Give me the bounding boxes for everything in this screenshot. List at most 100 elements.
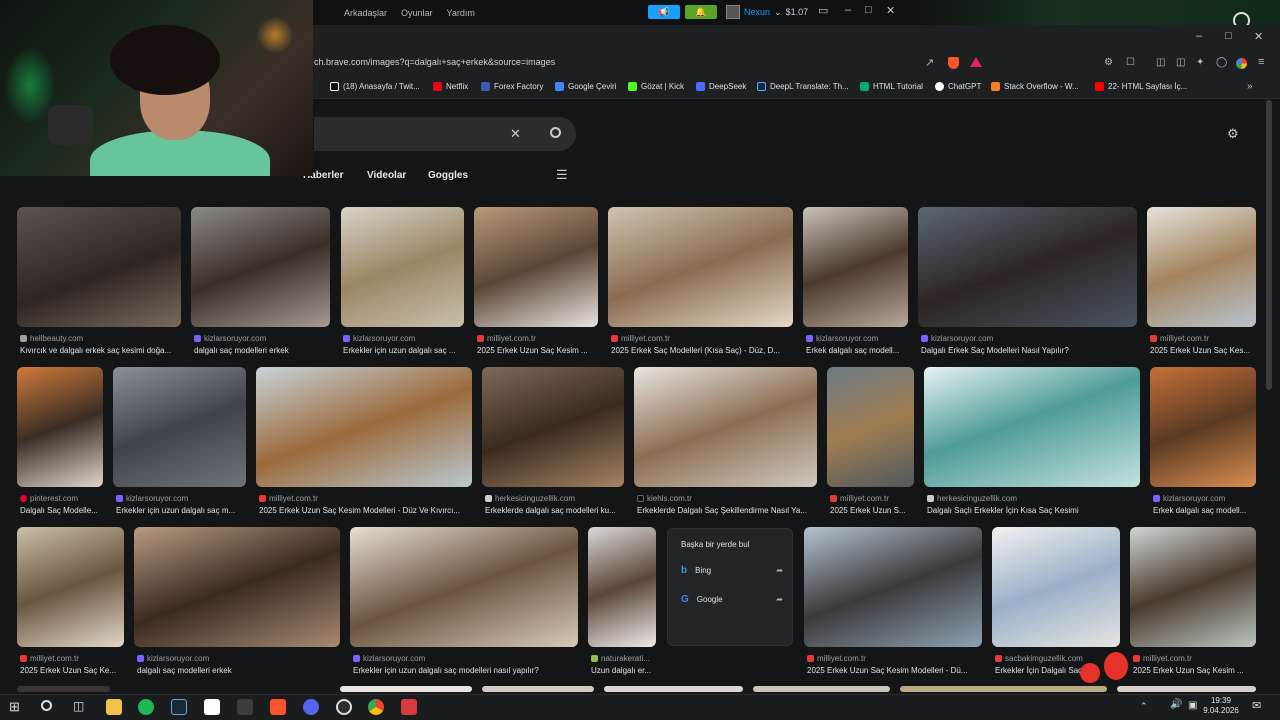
result-source[interactable]: herkesicinguzellik.com [485, 494, 625, 503]
app-icon[interactable] [401, 699, 417, 715]
result-source[interactable]: hellbeauty.com [20, 334, 180, 343]
menu-games[interactable]: Oyunlar [401, 8, 433, 18]
result-title[interactable]: Erkeklerde dalgalı saç modelleri ku... [485, 506, 625, 515]
bookmark-item[interactable]: HTML Tutorial [860, 82, 923, 91]
tab-videos[interactable]: Videolar [367, 170, 406, 181]
image-result[interactable] [191, 207, 330, 327]
result-source[interactable]: kizlarsoruyor.com [806, 334, 909, 343]
result-source[interactable]: kizlarsoruyor.com [1153, 494, 1257, 503]
result-title[interactable]: dalgalı saç modelleri erkek [137, 666, 340, 675]
clock[interactable]: 19:39 9.04.2026 [1203, 696, 1239, 716]
monitor-icon[interactable]: ▭ [818, 4, 828, 17]
result-title[interactable]: 2025 Erkek Uzun S... [830, 506, 915, 515]
result-title[interactable]: Dalgalı Saç Modelle... [20, 506, 104, 515]
result-title[interactable]: Dalgalı Erkek Saç Modelleri Nasıl Yapılı… [921, 346, 1137, 355]
result-source[interactable]: milliyet.com.tr [1150, 334, 1256, 343]
image-result[interactable] [256, 367, 472, 487]
broadcast-button[interactable]: 📢 [648, 5, 680, 19]
clear-search-icon[interactable]: ✕ [510, 126, 521, 142]
image-result[interactable] [17, 686, 110, 692]
vpn-icon[interactable]: ◯ [1216, 57, 1227, 68]
start-icon[interactable]: ⊞ [9, 699, 20, 715]
maximize-button[interactable]: □ [865, 4, 872, 16]
result-source[interactable]: milliyet.com.tr [20, 654, 124, 663]
tray-overflow-icon[interactable]: ⌃ [1140, 701, 1148, 712]
volume-icon[interactable]: 🔊 [1170, 699, 1182, 710]
brave-shield-icon[interactable] [948, 57, 959, 69]
image-result[interactable] [482, 686, 594, 692]
bookmark-item[interactable]: Gözat | Kick [628, 82, 684, 91]
spotify-icon[interactable] [138, 699, 154, 715]
bookmark-item[interactable]: Google Çeviri [555, 82, 616, 91]
result-source[interactable]: kizlarsoruyor.com [116, 494, 246, 503]
image-result[interactable] [482, 367, 624, 487]
bookmark-item[interactable]: 22- HTML Sayfası İç... [1095, 82, 1187, 91]
result-title[interactable]: dalgalı saç modelleri erkek [194, 346, 330, 355]
bookmark-icon[interactable]: ☐ [1126, 57, 1135, 68]
image-result[interactable] [1150, 367, 1256, 487]
result-title[interactable]: Erkekler İçin Dalgalı Saç... [995, 666, 1121, 675]
image-result[interactable] [604, 686, 743, 692]
result-source[interactable]: milliyet.com.tr [830, 494, 915, 503]
result-title[interactable]: 2025 Erkek Uzun Saç Kesim Modelleri - Dü… [807, 666, 982, 675]
result-title[interactable]: 2025 Erkek Saç Modelleri (Kısa Saç) - Dü… [611, 346, 793, 355]
result-title[interactable]: Kıvırcık ve dalgalı erkek saç kesimi doğ… [20, 346, 180, 355]
result-title[interactable]: 2025 Erkek Uzun Saç Ke... [20, 666, 124, 675]
bookmark-item[interactable]: Forex Factory [481, 82, 543, 91]
filters-icon[interactable]: ☰ [556, 167, 568, 183]
image-result[interactable] [350, 527, 578, 647]
minimize-button[interactable]: – [845, 4, 851, 16]
image-result[interactable] [134, 527, 340, 647]
result-title[interactable]: 2025 Erkek Uzun Saç Kesim ... [477, 346, 599, 355]
result-title[interactable]: Erkekler için uzun dalgalı saç m... [116, 506, 246, 515]
brave-icon[interactable] [270, 699, 286, 715]
leo-icon[interactable]: ✦ [1196, 57, 1204, 68]
image-result[interactable] [1130, 527, 1256, 647]
bookmark-item[interactable]: (18) Anasayfa / Twit... [330, 82, 420, 91]
result-source[interactable]: herkesicinguzellik.com [927, 494, 1140, 503]
image-result[interactable] [634, 367, 817, 487]
menu-item-google[interactable]: G Google ➦ [681, 594, 783, 605]
result-source[interactable]: milliyet.com.tr [1133, 654, 1257, 663]
settings-gear-icon[interactable]: ⚙ [1227, 126, 1239, 142]
bookmarks-overflow-icon[interactable]: » [1247, 81, 1253, 92]
result-title[interactable]: Erkeklerde Dalgalı Saç Şekillendirme Nas… [637, 506, 817, 515]
image-result[interactable] [474, 207, 598, 327]
search-icon[interactable] [41, 700, 52, 711]
result-source[interactable]: kiehls.com.tr [637, 494, 817, 503]
share-icon[interactable]: ↗ [925, 56, 934, 69]
image-result[interactable] [588, 527, 656, 647]
browser-minimize-button[interactable]: – [1196, 30, 1202, 42]
image-result[interactable] [341, 207, 464, 327]
bookmark-item[interactable]: DeepL Translate: Th... [757, 82, 849, 91]
search-input[interactable] [314, 117, 576, 151]
result-source[interactable]: kizlarsoruyor.com [194, 334, 330, 343]
image-result[interactable] [113, 367, 246, 487]
image-result[interactable] [1147, 207, 1256, 327]
image-result[interactable] [992, 527, 1120, 647]
result-title[interactable]: 2025 Erkek Uzun Saç Kesim Modelleri - Dü… [259, 506, 472, 515]
result-source[interactable]: milliyet.com.tr [807, 654, 982, 663]
steam-user[interactable]: Nexun ⌄ $1.07 [726, 5, 808, 19]
result-source[interactable]: milliyet.com.tr [611, 334, 793, 343]
bookmark-item[interactable]: DeepSeek [696, 82, 746, 91]
url-field[interactable]: ch.brave.com/images?q=dalgalı+saç+erkek&… [314, 57, 555, 67]
result-title[interactable]: Erkek dalgalı saç modell... [1153, 506, 1257, 515]
menu-item-bing[interactable]: b Bing ➦ [681, 565, 783, 576]
extensions-icon[interactable]: ⚙ [1104, 57, 1113, 68]
result-title[interactable]: 2025 Erkek Uzun Saç Kes... [1150, 346, 1256, 355]
wallet-icon[interactable]: ◫ [1176, 57, 1185, 68]
result-title[interactable]: Dalgalı Saçlı Erkekler İçin Kısa Saç Kes… [927, 506, 1140, 515]
task-view-icon[interactable]: ◫ [73, 699, 84, 713]
result-title[interactable]: Erkekler için uzun dalgalı saç modelleri… [353, 666, 578, 675]
menu-friends[interactable]: Arkadaşlar [344, 8, 387, 18]
brave-rewards-icon[interactable] [970, 57, 982, 67]
bookmark-item[interactable]: Stack Overflow - W... [991, 82, 1079, 91]
notion-icon[interactable] [204, 699, 220, 715]
image-result[interactable] [803, 207, 908, 327]
bookmark-item[interactable]: ChatGPT [935, 82, 981, 91]
steam-icon[interactable] [171, 699, 187, 715]
result-source[interactable]: sacbakimguzellik.com [995, 654, 1121, 663]
result-title[interactable]: Erkek dalgalı saç modell... [806, 346, 909, 355]
image-result[interactable] [17, 207, 181, 327]
